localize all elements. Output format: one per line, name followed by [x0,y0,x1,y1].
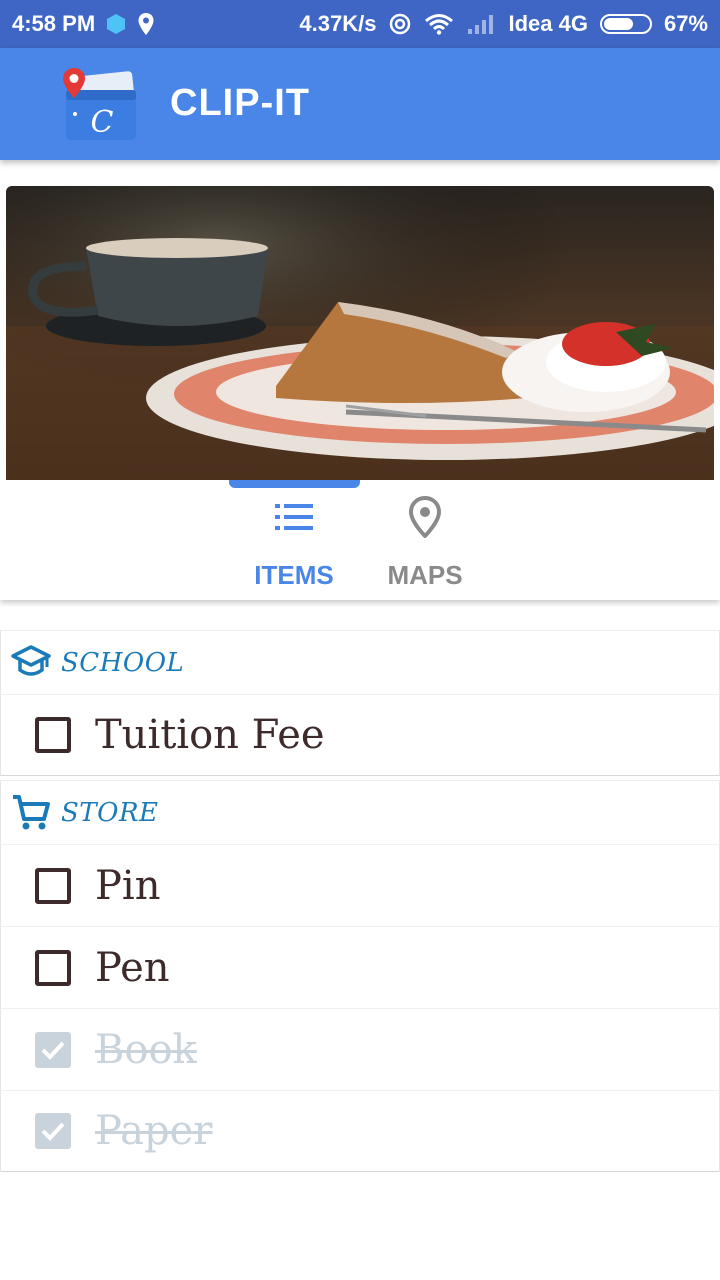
checkmark-icon [41,1122,65,1141]
item-label: Pen [95,944,170,991]
tab-maps-label: MAPS [387,560,463,590]
tab-items-label: ITEMS [254,560,334,590]
location-icon [137,12,155,36]
notification-app-icon [105,13,127,35]
hotspot-icon [388,12,412,36]
header-card: ITEMS MAPS [0,186,720,600]
graduation-cap-icon [11,643,51,683]
item-checkbox-checked[interactable] [35,1031,71,1068]
battery-percent: 67% [663,11,708,36]
clip-it-logo-icon: C [63,68,136,140]
list-icon [275,494,313,540]
item-checkbox-checked[interactable] [35,1113,71,1149]
item-label: Paper [95,1108,213,1154]
active-tab-indicator [229,480,360,488]
tab-maps[interactable]: MAPS [350,488,500,600]
battery-level [603,18,634,30]
section-header-school: SCHOOL [0,630,720,694]
list-item[interactable]: Pin [0,844,720,926]
list-item[interactable]: Tuition Fee [0,694,720,776]
app-bar: C CLIP-IT [0,48,720,160]
list-item[interactable]: Pen [0,926,720,1008]
signal-icon [466,13,496,35]
carrier-name: Idea 4G [508,11,588,36]
status-time: 4:58 PM [12,11,96,36]
item-checkbox[interactable] [35,867,71,904]
list-item[interactable]: Paper [0,1090,720,1172]
list-item[interactable]: Book [0,1008,720,1090]
item-checkbox[interactable] [35,717,71,753]
map-pin-icon [409,494,441,540]
item-label: Book [95,1026,197,1073]
network-speed: 4.37K/s [299,11,377,36]
section-label: STORE [61,797,159,828]
app-title: CLIP-IT [170,82,310,124]
section-header-store: STORE [0,780,720,844]
shopping-cart-icon [11,793,51,833]
item-label: Tuition Fee [95,712,325,758]
checkmark-icon [41,1041,65,1060]
wifi-icon [424,13,454,35]
item-label: Pin [95,862,161,909]
svg-text:C: C [91,105,114,140]
tab-items[interactable]: ITEMS [219,488,369,600]
section-label: SCHOOL [61,647,185,678]
status-bar: 4:58 PM 4.37K/s Idea 4G 67% [0,0,720,48]
checklist: SCHOOL Tuition Fee STORE Pin Pen Book Pa… [0,630,720,1172]
hero-image [6,186,714,480]
battery-icon [599,14,652,34]
item-checkbox[interactable] [35,949,71,986]
